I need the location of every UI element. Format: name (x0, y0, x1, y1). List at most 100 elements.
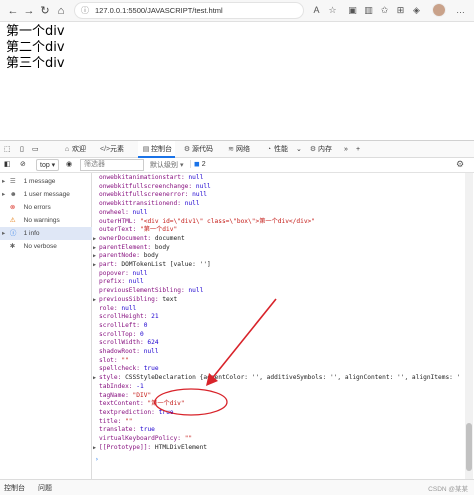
console-property-line: onwebkitanimationstart: null (93, 174, 464, 183)
devtools-panel: ⬚ ▯ ▭ ⌂ 欢迎 </>元素 ▤ 控制台 ⚙ 源代码 ≋ 网络 ◔ 性能 ⌄ ⚙ 内存 … (0, 140, 474, 495)
sidebar-item-messages[interactable]: ▸ ☰ 1 message (0, 175, 92, 188)
console-property-line: popover: null (93, 270, 464, 279)
sidebar-item-user-messages[interactable]: ▸ ☻ 1 user message (0, 188, 92, 201)
property-value: null (188, 191, 208, 199)
property-value: true (139, 365, 159, 373)
div-3: 第三个div (6, 56, 65, 71)
clear-console-icon[interactable]: ⊘ (20, 160, 26, 168)
console-output: onwebkitanimationstart: null onwebkitful… (93, 173, 464, 479)
issues-badge[interactable]: ◼ 2 (190, 160, 206, 168)
console-property-line: textContent: "第一个div" (93, 400, 464, 409)
console-property-line[interactable]: ▶ style: CSSStyleDeclaration {accentColor… (93, 374, 464, 383)
property-key: part: (99, 261, 118, 268)
property-value: "" (117, 356, 129, 364)
inspect-icon[interactable]: ⬚ (4, 141, 11, 158)
tab-welcome[interactable]: ⌂ 欢迎 (62, 141, 86, 158)
read-aloud-icon[interactable]: A (310, 4, 323, 17)
tab-sources[interactable]: ⚙ 源代码 (182, 141, 213, 158)
drawer-tabs: 控制台 问题 CSDN @某某 (0, 479, 474, 495)
reload-icon[interactable]: ↻ (38, 4, 52, 18)
device-toolbar-icon[interactable]: ▯ (20, 141, 24, 158)
console-property-line[interactable]: ▶ previousSibling: text (93, 296, 464, 305)
home-icon: ⌂ (64, 146, 70, 153)
gear-icon: ⚙ (183, 146, 191, 153)
console-property-line: scrollTop: 0 (93, 331, 464, 340)
property-key: previousSibling: (99, 295, 159, 303)
warning-icon: ⚠ (9, 217, 16, 224)
console-property-line[interactable]: ▶ [[Prototype]]: HTMLDivElement (93, 444, 464, 453)
more-icon[interactable]: … (454, 4, 467, 17)
bug-icon: ✱ (9, 243, 16, 250)
property-value: null (192, 182, 211, 190)
property-value: "第一个div" (136, 226, 178, 234)
list-icon: ☰ (9, 178, 16, 185)
console-property-line: onwebkittransitionend: null (93, 200, 464, 209)
console-property-line[interactable]: ▶ parentNode: body (93, 252, 464, 261)
settings-gear-icon[interactable]: ⚙ (456, 159, 464, 170)
error-icon: ⊗ (9, 204, 16, 211)
log-level-select[interactable]: 默认级别 ▾ (150, 160, 183, 170)
address-bar[interactable]: ⓘ 127.0.0.1:5500/JAVASCRIPT/test.html (74, 2, 304, 19)
favorites-icon[interactable]: ✩ (378, 4, 391, 17)
property-value: body (151, 243, 170, 251)
info-icon[interactable]: ⓘ (81, 3, 89, 18)
property-key: tagName: (99, 391, 129, 399)
console-property-line: onwheel: null (93, 209, 464, 218)
home-icon[interactable]: ⌂ (54, 4, 68, 18)
sidebar-toggle-icon[interactable]: ▭ (32, 141, 39, 158)
add-tab-icon[interactable]: + (356, 141, 360, 158)
console-property-line[interactable]: ▶ parentElement: body (93, 244, 464, 253)
tab-console[interactable]: ▤ 控制台 (138, 141, 175, 158)
filter-input[interactable]: 筛选器 (80, 159, 144, 171)
property-value: DOMTokenList [value: ''] (117, 261, 211, 268)
property-key: role: (99, 304, 118, 312)
sidebar-item-errors[interactable]: ⊗ No errors (0, 201, 92, 214)
drawer-tab-console[interactable]: 控制台 (4, 483, 25, 493)
property-value: null (117, 304, 137, 312)
tab-network[interactable]: ≋ 网络 (226, 141, 250, 158)
collections-icon[interactable]: ⊞ (394, 4, 407, 17)
drawer-tab-issues[interactable]: 问题 (38, 483, 52, 493)
console-property-line: shadowRoot: null (93, 348, 464, 357)
console-property-line: slot: "" (93, 357, 464, 366)
property-key: translate: (99, 426, 137, 434)
console-prompt-icon[interactable]: › (95, 456, 464, 465)
back-icon[interactable]: ← (6, 4, 20, 18)
property-key: popover: (99, 269, 129, 277)
console-property-line: spellcheck: true (93, 365, 464, 374)
console-property-line: tabIndex: -1 (93, 383, 464, 392)
property-key: style: (99, 374, 122, 382)
property-value: null (125, 278, 144, 286)
shield-icon[interactable]: ◈ (410, 4, 423, 17)
property-key: scrollTop: (99, 330, 137, 338)
tab-memory[interactable]: ⚙ 内存 (308, 141, 332, 158)
property-key: tabIndex: (99, 382, 133, 390)
console-property-line[interactable]: ▶ ownerDocument: document (93, 235, 464, 244)
property-value: "DIV" (128, 391, 152, 399)
tab-elements[interactable]: </>元素 (100, 141, 124, 158)
console-scrollbar[interactable] (465, 173, 473, 479)
property-value: null (184, 287, 204, 295)
more-tabs-icon[interactable]: » (344, 141, 348, 158)
extension-icon[interactable]: ▣ (346, 4, 359, 17)
property-value: HTMLDivElement (151, 443, 208, 451)
sidebar-item-warnings[interactable]: ⚠ No warnings (0, 214, 92, 227)
favorite-star-icon[interactable]: ☆ (326, 4, 339, 17)
eye-icon[interactable]: ◉ (66, 160, 72, 168)
property-key: shadowRoot: (99, 348, 140, 355)
tab-performance[interactable]: ◔ 性能 (264, 141, 288, 158)
scrollbar-thumb[interactable] (466, 423, 472, 471)
forward-icon[interactable]: → (22, 4, 36, 18)
split-screen-icon[interactable]: ▥ (362, 4, 375, 17)
devtools-tabs: ⬚ ▯ ▭ ⌂ 欢迎 </>元素 ▤ 控制台 ⚙ 源代码 ≋ 网络 ◔ 性能 ⌄ ⚙ 内存 … (0, 141, 474, 158)
console-property-line[interactable]: ▶ part: DOMTokenList [value: ''] (93, 261, 464, 270)
property-value: "<div id=\"div1\" class=\"box\">第一个div</… (136, 217, 316, 225)
property-value: true (136, 426, 155, 434)
property-key: textprediction: (99, 408, 155, 416)
sidebar-item-info[interactable]: ▸ ⓘ 1 info (0, 227, 92, 240)
more-tools-icon[interactable]: ⌄ (296, 141, 302, 158)
sidebar-panel-icon[interactable]: ◧ (4, 160, 11, 168)
sidebar-item-verbose[interactable]: ✱ No verbose (0, 240, 92, 253)
avatar[interactable] (432, 3, 446, 17)
context-select[interactable]: top ▾ (36, 159, 60, 171)
